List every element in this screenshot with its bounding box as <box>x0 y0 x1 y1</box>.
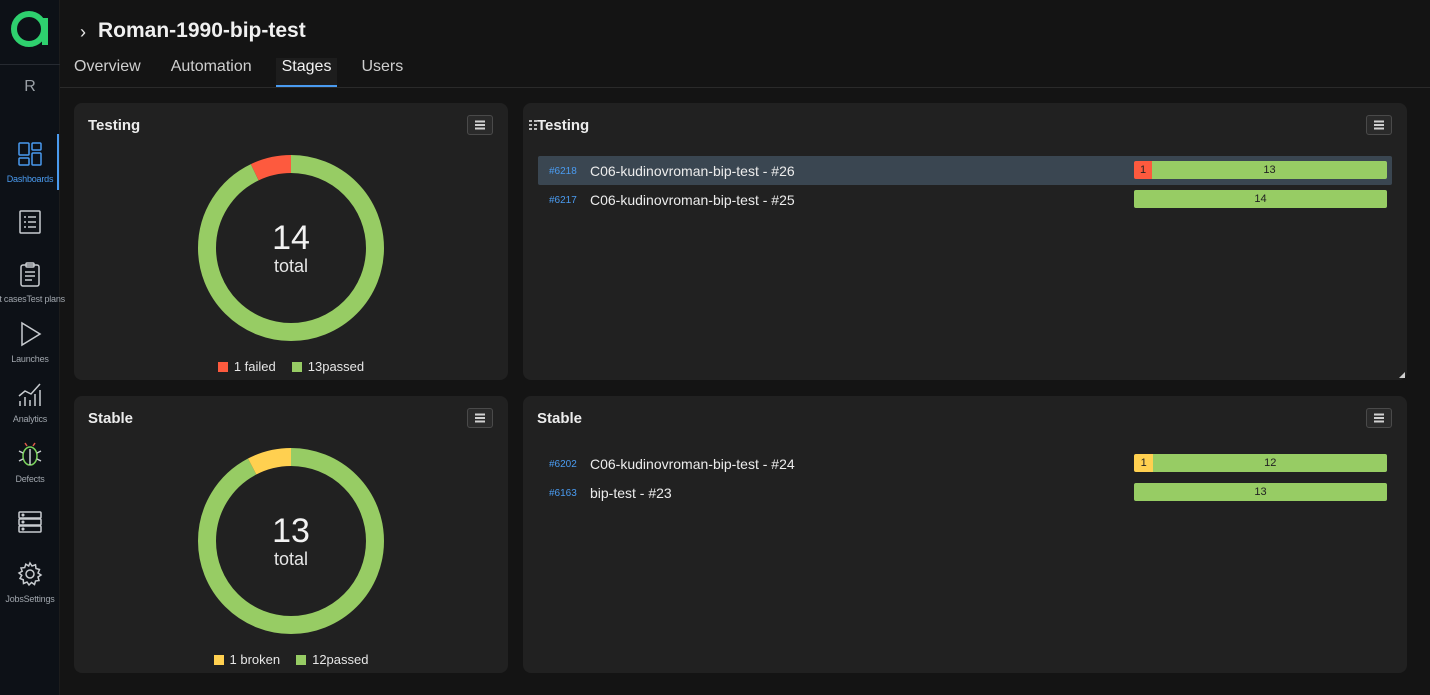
sidebar-item-label: Dashboards <box>6 174 54 184</box>
widget-menu-button[interactable] <box>1366 115 1392 135</box>
legend-label: 12passed <box>312 652 369 667</box>
bug-icon <box>18 442 42 466</box>
status-bar: 13 <box>1134 483 1387 501</box>
donut-total: 13 <box>272 512 310 550</box>
status-bar: 1 13 <box>1134 161 1387 179</box>
gear-icon <box>17 561 43 587</box>
status-bar-segment-failed[interactable]: 1 <box>1134 161 1153 179</box>
sidebar-item-jobs[interactable] <box>0 506 60 564</box>
widget-menu-button[interactable] <box>1366 408 1392 428</box>
status-bar-segment-passed[interactable]: 13 <box>1152 161 1387 179</box>
list-icon <box>19 210 41 234</box>
user-avatar[interactable]: R <box>0 78 60 96</box>
testing-donut-widget: Testing 14 total 1 failed 13passed <box>74 103 508 380</box>
sidebar-item-launches[interactable]: Launches <box>0 318 60 376</box>
launch-name[interactable]: C06-kudinovroman-bip-test - #24 <box>590 456 795 472</box>
drag-handle-icon[interactable] <box>529 120 537 130</box>
sidebar-item-test-plans[interactable]: st casesTest plans <box>0 258 65 316</box>
app-logo-icon[interactable] <box>9 8 51 50</box>
donut-total-label: total <box>273 256 309 276</box>
tab-automation[interactable]: Automation <box>171 58 252 88</box>
launch-row[interactable]: #6202 C06-kudinovroman-bip-test - #24 1 12 <box>538 449 1392 478</box>
sidebar-item-dashboards[interactable]: Dashboards <box>0 138 60 196</box>
page-header: › Roman-1990-bip-test Overview Automatio… <box>60 0 1430 88</box>
status-bar-segment-broken[interactable]: 1 <box>1134 454 1154 472</box>
analytics-icon <box>18 383 41 406</box>
donut-chart: 14 total <box>197 154 385 342</box>
status-bar: 14 <box>1134 190 1387 208</box>
widget-menu-button[interactable] <box>467 115 493 135</box>
legend-swatch <box>213 654 224 665</box>
donut-chart: 13 total <box>197 447 385 635</box>
breadcrumb-chevron-icon[interactable]: › <box>80 22 86 43</box>
launch-list: #6202 C06-kudinovroman-bip-test - #24 1 12 #… <box>538 449 1392 507</box>
status-bar: 1 12 <box>1134 454 1387 472</box>
sidebar-item-label: Analytics <box>12 414 48 424</box>
legend-swatch <box>217 361 228 372</box>
launch-row[interactable]: #6163 bip-test - #23 13 <box>538 478 1392 507</box>
stable-launches-widget: Stable #6202 C06-kudinovroman-bip-test - … <box>523 396 1407 673</box>
sidebar: R Dashboards st casesTest plans Launches <box>0 0 65 695</box>
resize-handle-icon[interactable] <box>1399 372 1405 378</box>
widget-title: Testing <box>88 117 141 134</box>
legend-swatch <box>296 654 307 665</box>
legend-item-failed[interactable]: 1 failed <box>217 359 276 374</box>
status-bar-segment-passed[interactable]: 14 <box>1134 190 1387 208</box>
clipboard-icon <box>20 262 40 287</box>
legend-label: 13passed <box>307 359 365 374</box>
sidebar-item-label: Defects <box>15 474 45 484</box>
page-title: Roman-1990-bip-test <box>98 19 306 42</box>
legend-label: 1 failed <box>233 359 276 374</box>
donut-legend: 1 failed 13passed <box>74 359 508 374</box>
dashboards-icon <box>18 142 42 166</box>
launch-id-link[interactable]: #6218 <box>549 166 577 177</box>
tab-stages[interactable]: Stages <box>275 58 338 87</box>
legend-item-passed[interactable]: 13passed <box>291 359 365 374</box>
launch-id-link[interactable]: #6202 <box>549 459 577 470</box>
sidebar-item-label: JobsSettings <box>5 594 55 604</box>
status-bar-segment-passed[interactable]: 12 <box>1153 454 1387 472</box>
sidebar-item-label: st casesTest plans <box>0 294 65 304</box>
launch-name[interactable]: C06-kudinovroman-bip-test - #26 <box>590 163 795 179</box>
status-bar-segment-passed[interactable]: 13 <box>1134 483 1387 501</box>
launch-row[interactable]: #6218 C06-kudinovroman-bip-test - #26 1 13 <box>538 156 1392 185</box>
sidebar-item-settings[interactable]: JobsSettings <box>0 558 60 616</box>
legend-item-passed[interactable]: 12passed <box>296 652 368 667</box>
sidebar-item-defects[interactable]: Defects <box>0 438 60 496</box>
launch-id-link[interactable]: #6163 <box>549 488 577 499</box>
sidebar-item-list[interactable] <box>0 206 60 264</box>
server-icon <box>18 511 42 533</box>
launch-name[interactable]: bip-test - #23 <box>590 485 672 501</box>
donut-legend: 1 broken 12passed <box>74 652 508 667</box>
stable-donut-widget: Stable 13 total 1 broken 12passed <box>74 396 508 673</box>
menu-icon <box>475 417 485 419</box>
launch-name[interactable]: C06-kudinovroman-bip-test - #25 <box>590 192 795 208</box>
legend-label: 1 broken <box>229 652 281 667</box>
sidebar-item-label: Launches <box>11 354 49 364</box>
sidebar-divider <box>0 64 60 65</box>
launch-row[interactable]: #6217 C06-kudinovroman-bip-test - #25 14 <box>538 185 1392 214</box>
legend-swatch <box>291 361 302 372</box>
launch-list: #6218 C06-kudinovroman-bip-test - #26 1 13 #… <box>538 156 1392 214</box>
donut-total: 14 <box>272 219 310 257</box>
sidebar-item-analytics[interactable]: Analytics <box>0 378 60 436</box>
widget-title: Stable <box>537 410 583 427</box>
play-icon <box>21 321 42 347</box>
donut-total-label: total <box>273 549 309 569</box>
legend-item-broken[interactable]: 1 broken <box>213 652 281 667</box>
menu-icon <box>1374 417 1384 419</box>
tab-bar: Overview Automation Stages Users <box>74 58 433 88</box>
menu-icon <box>475 124 485 126</box>
launch-id-link[interactable]: #6217 <box>549 195 577 206</box>
tab-users[interactable]: Users <box>361 58 403 88</box>
widget-title: Testing <box>537 117 590 134</box>
widget-menu-button[interactable] <box>467 408 493 428</box>
menu-icon <box>1374 124 1384 126</box>
tab-overview[interactable]: Overview <box>74 58 141 88</box>
testing-launches-widget: Testing #6218 C06-kudinovroman-bip-test -… <box>523 103 1407 380</box>
widget-title: Stable <box>88 410 134 427</box>
